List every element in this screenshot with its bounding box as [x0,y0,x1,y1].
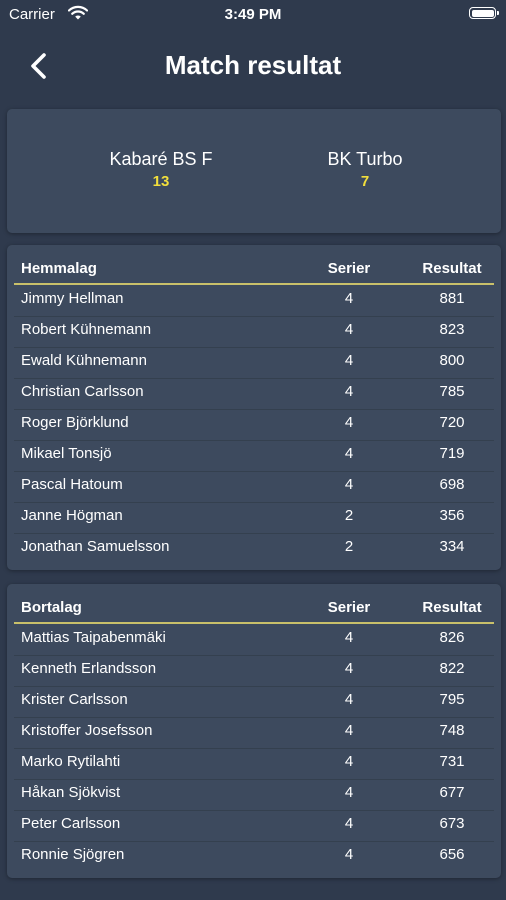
player-series: 4 [344,414,354,431]
status-bar: Carrier 3:49 PM [0,0,506,30]
player-result: 826 [439,629,465,646]
table-row: Marko Rytilahti 4 731 [14,748,494,780]
home-team: Kabaré BS F 13 [81,149,241,190]
player-series: 4 [344,691,354,708]
player-series: 2 [344,538,354,555]
player-result: 800 [439,352,465,369]
player-series: 4 [344,660,354,677]
home-team-name: Kabaré BS F [109,149,213,169]
player-name: Christian Carlsson [21,383,144,400]
player-series: 4 [344,290,354,307]
player-series: 4 [344,722,354,739]
column-header-series: Serier [327,599,371,616]
player-result: 698 [439,476,465,493]
table-header: Hemmalag Serier Resultat [14,257,494,285]
table-row: Robert Kühnemann 4 823 [14,316,494,348]
page-title: Match resultat [164,50,342,80]
table-row: Ronnie Sjögren 4 656 [14,841,494,872]
player-series: 4 [344,383,354,400]
table-row: Ewald Kühnemann 4 800 [14,347,494,379]
player-name: Kristoffer Josefsson [21,722,153,739]
player-name: Mikael Tonsjö [21,445,112,462]
table-row: Mattias Taipabenmäki 4 826 [14,624,494,656]
table-row: Peter Carlsson 4 673 [14,810,494,842]
table-row: Håkan Sjökvist 4 677 [14,779,494,811]
column-header-result: Resultat [422,260,482,277]
column-header-team: Hemmalag [21,260,97,277]
player-result: 731 [439,753,465,770]
table-row: Christian Carlsson 4 785 [14,378,494,410]
table-row: Janne Högman 2 356 [14,502,494,534]
table-row: Roger Björklund 4 720 [14,409,494,441]
player-result: 748 [439,722,465,739]
player-result: 356 [439,507,465,524]
player-name: Jimmy Hellman [21,290,124,307]
player-result: 822 [439,660,465,677]
player-result: 881 [439,290,465,307]
away-team-score: 7 [360,173,370,190]
player-result: 720 [439,414,465,431]
player-name: Marko Rytilahti [21,753,121,770]
navigation-bar: Match resultat [0,40,506,92]
match-score-card: Kabaré BS F 13 BK Turbo 7 [7,109,501,233]
player-series: 4 [344,753,354,770]
table-row: Jimmy Hellman 4 881 [14,285,494,317]
column-header-result: Resultat [422,599,482,616]
player-name: Ewald Kühnemann [21,352,147,369]
player-name: Krister Carlsson [21,691,128,708]
away-team-table: Bortalag Serier Resultat Mattias Taipabe… [7,584,501,878]
player-series: 4 [344,476,354,493]
player-name: Janne Högman [21,507,123,524]
player-series: 4 [344,815,354,832]
table-row: Kenneth Erlandsson 4 822 [14,655,494,687]
away-team: BK Turbo 7 [285,149,445,190]
battery-icon [469,7,499,19]
table-row: Krister Carlsson 4 795 [14,686,494,718]
player-name: Jonathan Samuelsson [21,538,170,555]
table-row: Pascal Hatoum 4 698 [14,471,494,503]
player-series: 4 [344,352,354,369]
home-team-score: 13 [152,173,170,190]
player-name: Ronnie Sjögren [21,846,125,863]
player-result: 677 [439,784,465,801]
status-time: 3:49 PM [224,6,282,23]
player-series: 4 [344,629,354,646]
player-series: 4 [344,784,354,801]
player-series: 4 [344,445,354,462]
column-header-team: Bortalag [21,599,82,616]
table-row: Mikael Tonsjö 4 719 [14,440,494,472]
player-result: 719 [439,445,465,462]
table-row: Jonathan Samuelsson 2 334 [14,533,494,564]
player-result: 795 [439,691,465,708]
player-name: Robert Kühnemann [21,321,152,338]
player-result: 673 [439,815,465,832]
player-name: Peter Carlsson [21,815,121,832]
player-result: 656 [439,846,465,863]
column-header-series: Serier [327,260,371,277]
player-result: 334 [439,538,465,555]
player-series: 4 [344,321,354,338]
player-name: Pascal Hatoum [21,476,123,493]
player-name: Mattias Taipabenmäki [21,629,166,646]
home-team-table: Hemmalag Serier Resultat Jimmy Hellman 4… [7,245,501,570]
player-name: Kenneth Erlandsson [21,660,157,677]
away-team-name: BK Turbo [327,149,403,169]
player-series: 4 [344,846,354,863]
table-row: Kristoffer Josefsson 4 748 [14,717,494,749]
player-result: 823 [439,321,465,338]
table-header: Bortalag Serier Resultat [14,596,494,624]
player-result: 785 [439,383,465,400]
player-name: Roger Björklund [21,414,129,431]
player-name: Håkan Sjökvist [21,784,121,801]
player-series: 2 [344,507,354,524]
